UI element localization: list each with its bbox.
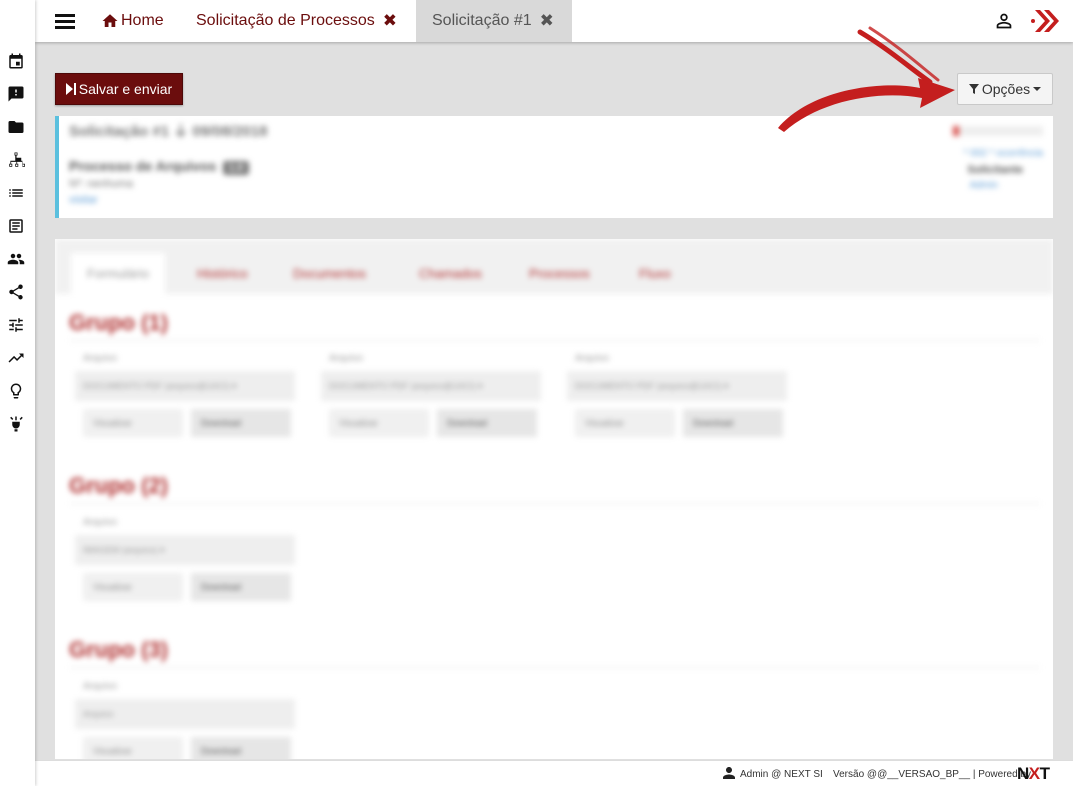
requester-value[interactable]: Admin (970, 180, 998, 191)
field-label: Arquivo (329, 353, 363, 364)
document-list-icon[interactable] (7, 217, 25, 235)
group-title: Grupo (3) (69, 637, 168, 662)
left-sidebar (0, 0, 35, 786)
download-button[interactable]: Download (191, 409, 291, 437)
file-select[interactable]: DOCUMENTO PDF (arquivo@1ACI) ▾ (75, 371, 295, 401)
download-button[interactable]: Download (191, 737, 291, 759)
home-icon (102, 14, 118, 27)
file-select[interactable]: Arquivo (75, 699, 295, 729)
request-title: Solicitação #1 ⏚ 09/08/2018 (69, 123, 268, 140)
close-tab-icon[interactable]: ✖ (383, 11, 397, 31)
brand-letter-x: X (1028, 764, 1040, 783)
download-button[interactable]: Download (683, 409, 783, 437)
version-badge: 1.0 (223, 161, 249, 175)
requester-label: Solicitante (967, 164, 1023, 176)
close-tab-icon[interactable]: ✖ (540, 11, 554, 31)
spark-icon[interactable] (7, 415, 25, 433)
org-chart-icon[interactable] (7, 151, 25, 169)
sliders-icon[interactable] (7, 316, 25, 334)
process-label: Processo de Arquivos (69, 158, 217, 174)
view-button[interactable]: Visualizar (83, 737, 183, 759)
form-panel: Formulário Histórico Documentos Chamados… (55, 239, 1053, 759)
tab-fluxo[interactable]: Fluxo (639, 253, 671, 294)
skip-next-icon (65, 83, 76, 95)
top-bar: Home Solicitação de Processos ✖ Solicita… (35, 0, 1073, 42)
options-button[interactable]: Opções (957, 73, 1053, 105)
tab-solicitacao-processos[interactable]: Solicitação de Processos ✖ (196, 0, 397, 42)
view-button[interactable]: Visualizar (575, 409, 675, 437)
user-account-icon[interactable] (993, 10, 1015, 32)
divider (70, 340, 1040, 341)
save-button-label: Salvar e enviar (78, 81, 173, 97)
next-logo-icon[interactable] (1031, 8, 1061, 34)
request-info-card: Solicitação #1 ⏚ 09/08/2018 Processo de … (55, 116, 1053, 218)
save-and-send-button[interactable]: Salvar e enviar (55, 73, 183, 105)
file-select[interactable]: IMAGEM (arquivo) ▾ (75, 535, 295, 565)
filter-icon (968, 84, 979, 94)
view-button[interactable]: Visualizar (83, 573, 183, 601)
divider (70, 503, 1040, 504)
tab-solicitacao-1[interactable]: Solicitação #1 ✖ (416, 0, 572, 42)
calendar-icon[interactable] (7, 52, 25, 70)
hamburger-menu-icon[interactable] (55, 11, 77, 31)
tab-chamados[interactable]: Chamados (419, 253, 482, 294)
brand-letter: T (1039, 764, 1050, 783)
tab-home-label: Home (121, 12, 164, 29)
share-icon[interactable] (7, 283, 25, 301)
lightbulb-icon[interactable] (7, 382, 25, 400)
options-button-label: Opções (981, 81, 1031, 97)
occurrence-link[interactable]: * 002 * ocorrência (964, 148, 1044, 159)
field-label: Arquivo (83, 681, 117, 692)
download-button[interactable]: Download (191, 573, 291, 601)
footer: Admin @ NEXT SI Versão @@__VERSAO_BP__ |… (35, 760, 1073, 786)
file-field: Arquivo Arquivo Visualizar Download (75, 681, 295, 759)
field-label: Arquivo (83, 353, 117, 364)
caret-down-icon (1033, 87, 1042, 91)
request-subtitle: Nº: nenhuma (69, 178, 133, 190)
file-field: Arquivo DOCUMENTO PDF (arquivo@1ACI) ▾ V… (567, 353, 787, 443)
divider (70, 667, 1040, 668)
next-brand-logo: NXT (1017, 764, 1050, 784)
tab-historico[interactable]: Histórico (197, 253, 248, 294)
panel-tab-bar: Formulário Histórico Documentos Chamados… (55, 239, 1053, 294)
people-icon[interactable] (7, 250, 25, 268)
field-label: Arquivo (575, 353, 609, 364)
file-field: Arquivo DOCUMENTO PDF (arquivo@1ACI) ▾ V… (321, 353, 541, 443)
trending-up-icon[interactable] (7, 349, 25, 367)
list-icon[interactable] (7, 184, 25, 202)
request-link[interactable]: visitar (69, 194, 98, 206)
footer-user-label: Admin @ NEXT SI (740, 769, 823, 780)
file-field: Arquivo IMAGEM (arquivo) ▾ Visualizar Do… (75, 517, 295, 607)
progress-bar (953, 126, 1043, 136)
folder-icon[interactable] (7, 118, 25, 136)
tab-documentos[interactable]: Documentos (293, 253, 366, 294)
feedback-icon[interactable] (7, 85, 25, 103)
process-name: Processo de Arquivos 1.0 (69, 158, 249, 175)
field-label: Arquivo (83, 517, 117, 528)
tab-formulario[interactable]: Formulário (71, 253, 166, 294)
view-button[interactable]: Visualizar (329, 409, 429, 437)
user-icon (720, 764, 738, 782)
group-title: Grupo (2) (69, 473, 168, 498)
file-select[interactable]: DOCUMENTO PDF (arquivo@1ACI) ▾ (567, 371, 787, 401)
tab-label: Solicitação #1 (432, 12, 532, 29)
brand-letter: N (1017, 764, 1029, 783)
file-select[interactable]: DOCUMENTO PDF (arquivo@1ACI) ▾ (321, 371, 541, 401)
download-button[interactable]: Download (437, 409, 537, 437)
tab-processos[interactable]: Processos (529, 253, 590, 294)
group-title: Grupo (1) (69, 310, 168, 335)
file-field: Arquivo DOCUMENTO PDF (arquivo@1ACI) ▾ V… (75, 353, 295, 443)
tab-label: Solicitação de Processos (196, 12, 375, 29)
tab-home[interactable]: Home (101, 0, 164, 42)
footer-version: Versão @@__VERSAO_BP__ | Powered by (833, 769, 1032, 780)
view-button[interactable]: Visualizar (83, 409, 183, 437)
